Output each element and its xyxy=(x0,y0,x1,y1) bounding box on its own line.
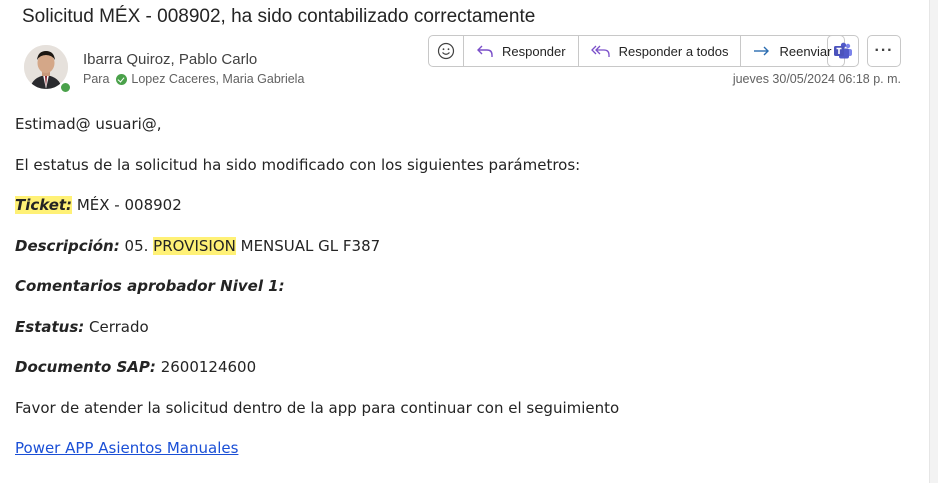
comentarios-label: Comentarios aprobador Nivel 1: xyxy=(15,277,285,295)
recipient-presence-icon xyxy=(116,73,128,85)
estatus-value: Cerrado xyxy=(89,317,149,336)
email-body: Estimad@ usuari@, El estatus de la solic… xyxy=(15,116,619,481)
documento-line: Documento SAP: 2600124600 xyxy=(15,359,619,400)
descripcion-suffix: MENSUAL GL F387 xyxy=(240,236,381,255)
estatus-line: Estatus: Cerrado xyxy=(15,317,619,360)
email-subject: Solicitud MÉX - 008902, ha sido contabil… xyxy=(22,6,536,27)
descripcion-line: Descripción: 05. PROVISION MENSUAL GL F3… xyxy=(15,236,619,279)
smile-icon xyxy=(437,42,455,60)
documento-label: Documento SAP: xyxy=(15,358,156,376)
forward-arrow-icon xyxy=(754,46,770,56)
ticket-value: MÉX - 008902 xyxy=(76,196,182,214)
react-button[interactable] xyxy=(429,36,464,66)
to-label: Para xyxy=(83,72,110,86)
reply-all-arrow-icon xyxy=(590,45,610,57)
more-actions-button[interactable]: ··· xyxy=(867,35,901,67)
reply-all-button[interactable]: Responder a todos xyxy=(579,36,742,66)
recipient-name[interactable]: Lopez Caceres, Maria Gabriela xyxy=(131,72,304,86)
descripcion-label: Descripción: xyxy=(15,236,120,255)
sender-name[interactable]: Ibarra Quiroz, Pablo Carlo xyxy=(83,51,257,68)
vertical-scrollbar[interactable] xyxy=(929,0,938,483)
descripcion-highlight: PROVISION xyxy=(153,236,236,255)
recipient-line: Para Lopez Caceres, Maria Gabriela xyxy=(83,72,304,86)
reply-arrow-icon xyxy=(477,45,493,57)
reply-label: Responder xyxy=(502,43,566,59)
reply-button[interactable]: Responder xyxy=(464,36,579,66)
estatus-label: Estatus: xyxy=(15,317,85,336)
greeting: Estimad@ usuari@, xyxy=(15,115,162,133)
teams-chat-button[interactable] xyxy=(827,35,859,67)
link-line: Power APP Asientos Manuales xyxy=(15,440,619,481)
teams-icon xyxy=(834,42,852,59)
presence-available-icon xyxy=(59,81,72,94)
reply-all-label: Responder a todos xyxy=(618,43,729,59)
comentarios-line: Comentarios aprobador Nivel 1: xyxy=(15,278,619,319)
descripcion-prefix: 05. xyxy=(124,236,149,255)
more-horizontal-icon: ··· xyxy=(874,42,894,59)
power-app-link[interactable]: Power APP Asientos Manuales xyxy=(15,439,238,457)
forward-label: Reenviar xyxy=(779,43,832,59)
sent-date: jueves 30/05/2024 06:18 p. m. xyxy=(732,72,901,86)
ticket-line: Ticket: MÉX - 008902 xyxy=(15,196,619,238)
ticket-label: Ticket: xyxy=(15,196,73,214)
documento-value: 2600124600 xyxy=(160,358,257,376)
message-actions: Responder Responder a todos Reenviar xyxy=(428,35,845,67)
closing-text: Favor de atender la solicitud dentro de … xyxy=(15,398,620,417)
intro-text: El estatus de la solicitud ha sido modif… xyxy=(15,155,581,174)
